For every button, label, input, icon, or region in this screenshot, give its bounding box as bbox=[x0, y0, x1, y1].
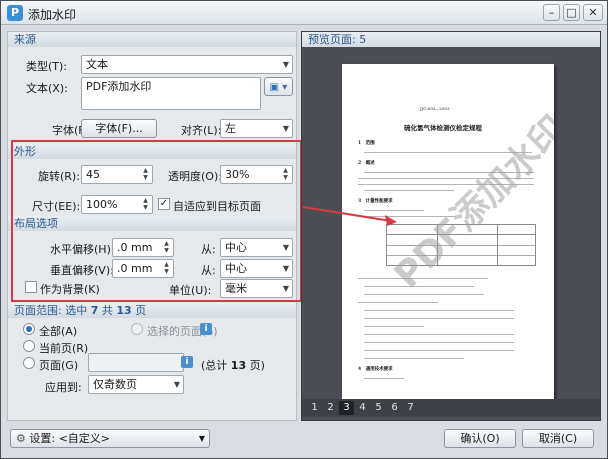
font-button[interactable]: 字体(F)... bbox=[81, 119, 157, 138]
cancel-button[interactable]: 取消(C) bbox=[522, 429, 594, 448]
page-number-button[interactable]: 2 bbox=[323, 401, 338, 415]
footer-bar: ⚙ 设置: <自定义> ▼ 确认(O) 取消(C) bbox=[1, 425, 607, 458]
text-line bbox=[364, 310, 514, 311]
all-pages-label: 全部(A) bbox=[39, 325, 78, 338]
settings-label: 设置: bbox=[29, 432, 56, 445]
current-page-radio[interactable] bbox=[23, 340, 35, 352]
apply-to-value: 仅奇数页 bbox=[93, 378, 137, 391]
align-label: 对齐(L): bbox=[181, 124, 222, 137]
total-note-prefix: (总计 bbox=[201, 359, 228, 372]
page-range-total: 13 bbox=[116, 304, 132, 317]
type-value: 文本 bbox=[86, 58, 108, 71]
pages-radio[interactable] bbox=[23, 357, 35, 369]
text-line bbox=[364, 318, 514, 319]
align-select[interactable]: 左 ▼ bbox=[220, 119, 293, 138]
current-page-label: 当前页(R) bbox=[39, 342, 89, 355]
chevron-down-icon: ▼ bbox=[198, 434, 205, 443]
settings-select[interactable]: ⚙ 设置: <自定义> ▼ bbox=[10, 429, 210, 448]
title-bar[interactable]: P 添加水印 – □ ✕ bbox=[1, 1, 607, 25]
window-title: 添加水印 bbox=[28, 8, 77, 22]
info-icon[interactable]: i bbox=[181, 356, 193, 368]
total-pages-note: (总计 13 页) bbox=[201, 357, 265, 373]
all-pages-radio[interactable] bbox=[23, 323, 35, 335]
doc-title: 硫化氢气体检测仪检定规程 bbox=[404, 124, 482, 132]
preview-pager: 1 2 3 4 5 6 7 bbox=[302, 399, 600, 417]
type-label: 类型(T): bbox=[26, 60, 68, 73]
info-icon[interactable]: i bbox=[200, 323, 212, 335]
doc-section-4: 4 通用技术要求 bbox=[358, 367, 393, 372]
selected-pages-radio[interactable] bbox=[131, 323, 143, 335]
pages-input[interactable] bbox=[88, 353, 184, 372]
doc-section-1: 1 范围 bbox=[358, 141, 375, 146]
preview-title: 预览页面: 5 bbox=[302, 32, 600, 47]
text-line bbox=[364, 378, 404, 379]
app-icon: P bbox=[7, 5, 23, 21]
type-select[interactable]: 文本 ▼ bbox=[81, 55, 293, 74]
page-range-suffix: 页 bbox=[135, 304, 147, 317]
doc-number: JJG 693—2003 bbox=[420, 106, 450, 111]
text-line bbox=[364, 294, 484, 295]
total-note-suffix: 页) bbox=[249, 359, 265, 372]
page-number-button[interactable]: 4 bbox=[355, 401, 370, 415]
total-note-value: 13 bbox=[230, 359, 247, 372]
red-arrow-icon bbox=[302, 206, 397, 226]
page-range-selected: 7 bbox=[90, 304, 99, 317]
doc-section-2: 2 概述 bbox=[358, 161, 375, 166]
maximize-button[interactable]: □ bbox=[563, 4, 580, 21]
page-number-button[interactable]: 7 bbox=[403, 401, 418, 415]
text-line bbox=[364, 190, 454, 191]
text-line bbox=[364, 342, 514, 343]
highlight-box bbox=[11, 140, 302, 302]
text-insert-button[interactable]: ▣ ▾ bbox=[264, 77, 293, 96]
text-line bbox=[364, 350, 514, 351]
align-value: 左 bbox=[225, 122, 236, 135]
text-line bbox=[364, 334, 514, 335]
text-input[interactable]: PDF添加水印 bbox=[81, 77, 261, 110]
text-label: 文本(X): bbox=[26, 82, 68, 95]
text-line bbox=[364, 326, 424, 327]
page-range-section-title: 页面范围: 选中 7 共 13 页 bbox=[8, 303, 296, 318]
chevron-down-icon: ▼ bbox=[282, 60, 289, 69]
insert-icon: ▣ ▾ bbox=[269, 82, 288, 93]
page-number-button[interactable]: 5 bbox=[371, 401, 386, 415]
text-line bbox=[364, 358, 464, 359]
chevron-down-icon: ▼ bbox=[173, 380, 180, 389]
ok-button[interactable]: 确认(O) bbox=[444, 429, 516, 448]
pages-label: 页面(G) bbox=[39, 359, 79, 372]
page-number-button[interactable]: 1 bbox=[307, 401, 322, 415]
watermark-dialog: P 添加水印 – □ ✕ 来源 类型(T): 文本 ▼ 文本(X): PDF添加… bbox=[0, 0, 608, 459]
close-button[interactable]: ✕ bbox=[583, 4, 603, 21]
settings-value: <自定义> bbox=[58, 432, 111, 445]
page-range-prefix: 页面范围: 选中 bbox=[14, 304, 88, 317]
preview-page: JJG 693—2003 硫化氢气体检测仪检定规程 1 范围 2 概述 3 计量… bbox=[342, 64, 554, 409]
apply-to-select[interactable]: 仅奇数页 ▼ bbox=[88, 375, 184, 394]
page-number-button[interactable]: 3 bbox=[339, 401, 354, 415]
source-section-title: 来源 bbox=[8, 32, 296, 47]
page-range-connector: 共 bbox=[101, 304, 113, 317]
text-line bbox=[358, 302, 438, 303]
gear-icon: ⚙ bbox=[16, 432, 26, 445]
apply-to-label: 应用到: bbox=[45, 381, 82, 394]
chevron-down-icon: ▼ bbox=[282, 124, 289, 133]
minimize-button[interactable]: – bbox=[543, 4, 560, 21]
page-number-button[interactable]: 6 bbox=[387, 401, 402, 415]
